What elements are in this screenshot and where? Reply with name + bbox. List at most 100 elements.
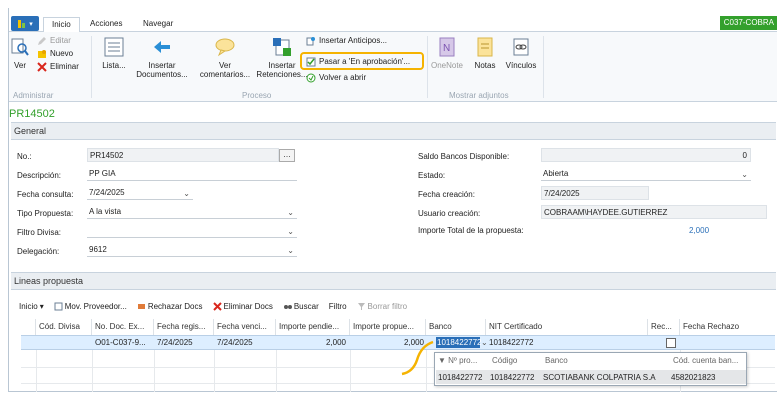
col-fecha-vencimiento[interactable]: Fecha venci... <box>214 319 276 335</box>
chevron-down-icon[interactable]: ⌄ <box>741 168 748 181</box>
lineas-section-header[interactable]: Lineas propuesta <box>11 272 776 290</box>
svg-text:N: N <box>443 43 450 54</box>
filtro-divisa-field[interactable]: ⌄ <box>87 224 297 238</box>
group-adjuntos-label: Mostrar adjuntos <box>449 91 509 100</box>
vinculos-button[interactable]: Vínculos <box>503 36 539 70</box>
assist-edit-button[interactable]: … <box>279 149 295 162</box>
ribbon-separator <box>91 36 92 98</box>
cell-fecha-registro[interactable]: 7/24/2025 <box>157 336 193 349</box>
arrow-left-icon <box>154 41 170 53</box>
chevron-down-icon[interactable]: ⌄ <box>287 206 294 219</box>
filtro-divisa-label: Filtro Divisa: <box>17 228 62 237</box>
rechazar-docs-button[interactable]: Rechazar Docs <box>137 302 203 311</box>
col-importe-propuesto[interactable]: Importe propue... <box>350 319 426 335</box>
ribbon-tab-bar: ▾ Inicio Acciones Navegar C037-COBRA <box>9 14 777 33</box>
ribbon-separator <box>543 36 544 98</box>
col-fecha-rechazo[interactable]: Fecha Rechazo <box>680 319 775 335</box>
editar-button[interactable]: Editar <box>37 36 71 46</box>
reject-icon <box>137 303 145 309</box>
buscar-button[interactable]: Buscar <box>283 302 319 311</box>
general-section-header[interactable]: General <box>11 122 776 140</box>
rechazado-checkbox[interactable] <box>666 338 676 348</box>
banco-dropdown-chevron-icon[interactable]: ⌄ <box>481 336 488 349</box>
fecha-creacion-label: Fecha creación: <box>418 190 475 199</box>
col-no-doc[interactable]: No. Doc. Ex... <box>92 319 154 335</box>
ver-button[interactable]: Ver <box>11 36 29 70</box>
page-title: PR14502 <box>9 108 55 120</box>
ribbon-separator <box>427 36 428 98</box>
insertar-documentos-button[interactable]: Insertar Documentos... <box>131 36 193 79</box>
no-field[interactable]: PR14502 <box>87 148 279 162</box>
tipo-propuesta-field[interactable]: A la vista ⌄ <box>87 205 297 219</box>
importe-total-label: Importe Total de la propuesta: <box>418 226 524 235</box>
onenote-icon: N <box>439 37 455 57</box>
insertar-anticipos-button[interactable]: Insertar Anticipos... <box>306 36 387 46</box>
group-proceso-label: Proceso <box>242 91 272 100</box>
col-rechazado[interactable]: Rec... <box>648 319 680 335</box>
popup-cell-cuenta[interactable]: 4582021823 <box>671 373 716 382</box>
nuevo-button[interactable]: Nuevo <box>37 49 73 59</box>
chevron-down-icon[interactable]: ⌄ <box>287 225 294 238</box>
popup-col-cuenta[interactable]: Cód. cuenta ban... <box>673 356 738 365</box>
usuario-label: Usuario creación: <box>418 209 481 218</box>
ver-comentarios-button[interactable]: Ver comentarios... <box>197 36 253 79</box>
notas-button[interactable]: Notas <box>471 36 499 70</box>
col-banco[interactable]: Banco <box>426 319 486 335</box>
mov-proveedor-button[interactable]: Mov. Proveedor... <box>54 302 127 311</box>
onenote-button[interactable]: N OneNote <box>429 36 465 70</box>
chevron-down-icon[interactable]: ⌄ <box>183 187 190 200</box>
binoculars-icon <box>283 304 292 309</box>
notes-icon <box>477 37 493 57</box>
estado-value: Abierta <box>543 169 569 178</box>
borrar-filtro-button[interactable]: Borrar filtro <box>357 302 407 311</box>
popup-cell-codigo[interactable]: 1018422772 <box>490 373 535 382</box>
eliminar-docs-button[interactable]: Eliminar Docs <box>212 302 273 311</box>
grid-line <box>154 350 155 392</box>
popup-col-no-proveedor[interactable]: ▼ Nº pro... <box>438 356 477 365</box>
fecha-creacion-field: 7/24/2025 <box>541 186 649 200</box>
filter-doc-icon <box>54 302 63 310</box>
company-badge: C037-COBRA <box>719 16 777 30</box>
delegacion-label: Delegación: <box>17 247 60 256</box>
eliminar-button[interactable]: Eliminar <box>37 62 79 72</box>
importe-total-value[interactable]: 2,000 <box>689 226 709 235</box>
list-icon <box>104 37 124 57</box>
fecha-consulta-value: 7/24/2025 <box>89 188 125 197</box>
cell-banco-input[interactable]: 1018422772 <box>436 337 482 348</box>
tipo-propuesta-value: A la vista <box>89 207 122 216</box>
cell-fecha-vencimiento[interactable]: 7/24/2025 <box>217 336 253 349</box>
popup-col-banco[interactable]: Banco <box>545 356 568 365</box>
popup-cell-banco[interactable]: SCOTIABANK COLPATRIA S.A <box>543 373 656 382</box>
popup-col-codigo[interactable]: Código <box>492 356 517 365</box>
col-fecha-registro[interactable]: Fecha regis... <box>154 319 214 335</box>
popup-cell-no-proveedor[interactable]: 1018422772 <box>438 373 483 382</box>
clear-filter-icon <box>357 302 365 310</box>
grid-line <box>214 350 215 392</box>
lista-button[interactable]: Lista... <box>99 36 129 70</box>
estado-field[interactable]: Abierta ⌄ <box>541 167 751 181</box>
no-label: No.: <box>17 152 32 161</box>
window: ▾ Inicio Acciones Navegar C037-COBRA Ver… <box>8 8 777 392</box>
tipo-propuesta-label: Tipo Propuesta: <box>17 209 74 218</box>
delegacion-field[interactable]: 9612 ⌄ <box>87 243 297 257</box>
descripcion-field[interactable]: PP GIA <box>87 167 297 181</box>
col-nit-certificado[interactable]: NIT Certificado <box>486 319 648 335</box>
fecha-consulta-field[interactable]: 7/24/2025 ⌄ <box>87 186 193 200</box>
col-importe-pendiente[interactable]: Importe pendie... <box>276 319 350 335</box>
col-cod-divisa[interactable]: Cód. Divisa <box>36 319 92 335</box>
cell-importe-pendiente[interactable]: 2,000 <box>276 336 346 349</box>
grid-line <box>276 350 277 392</box>
lines-inicio-menu[interactable]: Inicio ▾ <box>19 302 44 311</box>
delegacion-value: 9612 <box>89 245 107 254</box>
chevron-down-icon[interactable]: ⌄ <box>287 244 294 257</box>
cell-nit[interactable]: 1018422772 <box>489 336 534 349</box>
cell-no-doc[interactable]: O01-C037-9... <box>95 336 146 349</box>
tab-navegar[interactable]: Navegar <box>135 17 181 33</box>
tab-inicio[interactable]: Inicio <box>43 17 80 33</box>
filtro-button[interactable]: Filtro <box>329 302 347 311</box>
ribbon: Ver Editar Nuevo Eliminar Administrar Li… <box>9 32 777 102</box>
volver-abrir-button[interactable]: Volver a abrir <box>306 73 366 83</box>
tab-acciones[interactable]: Acciones <box>82 17 130 33</box>
app-logo-icon <box>18 19 26 28</box>
application-menu-button[interactable]: ▾ <box>11 16 39 31</box>
